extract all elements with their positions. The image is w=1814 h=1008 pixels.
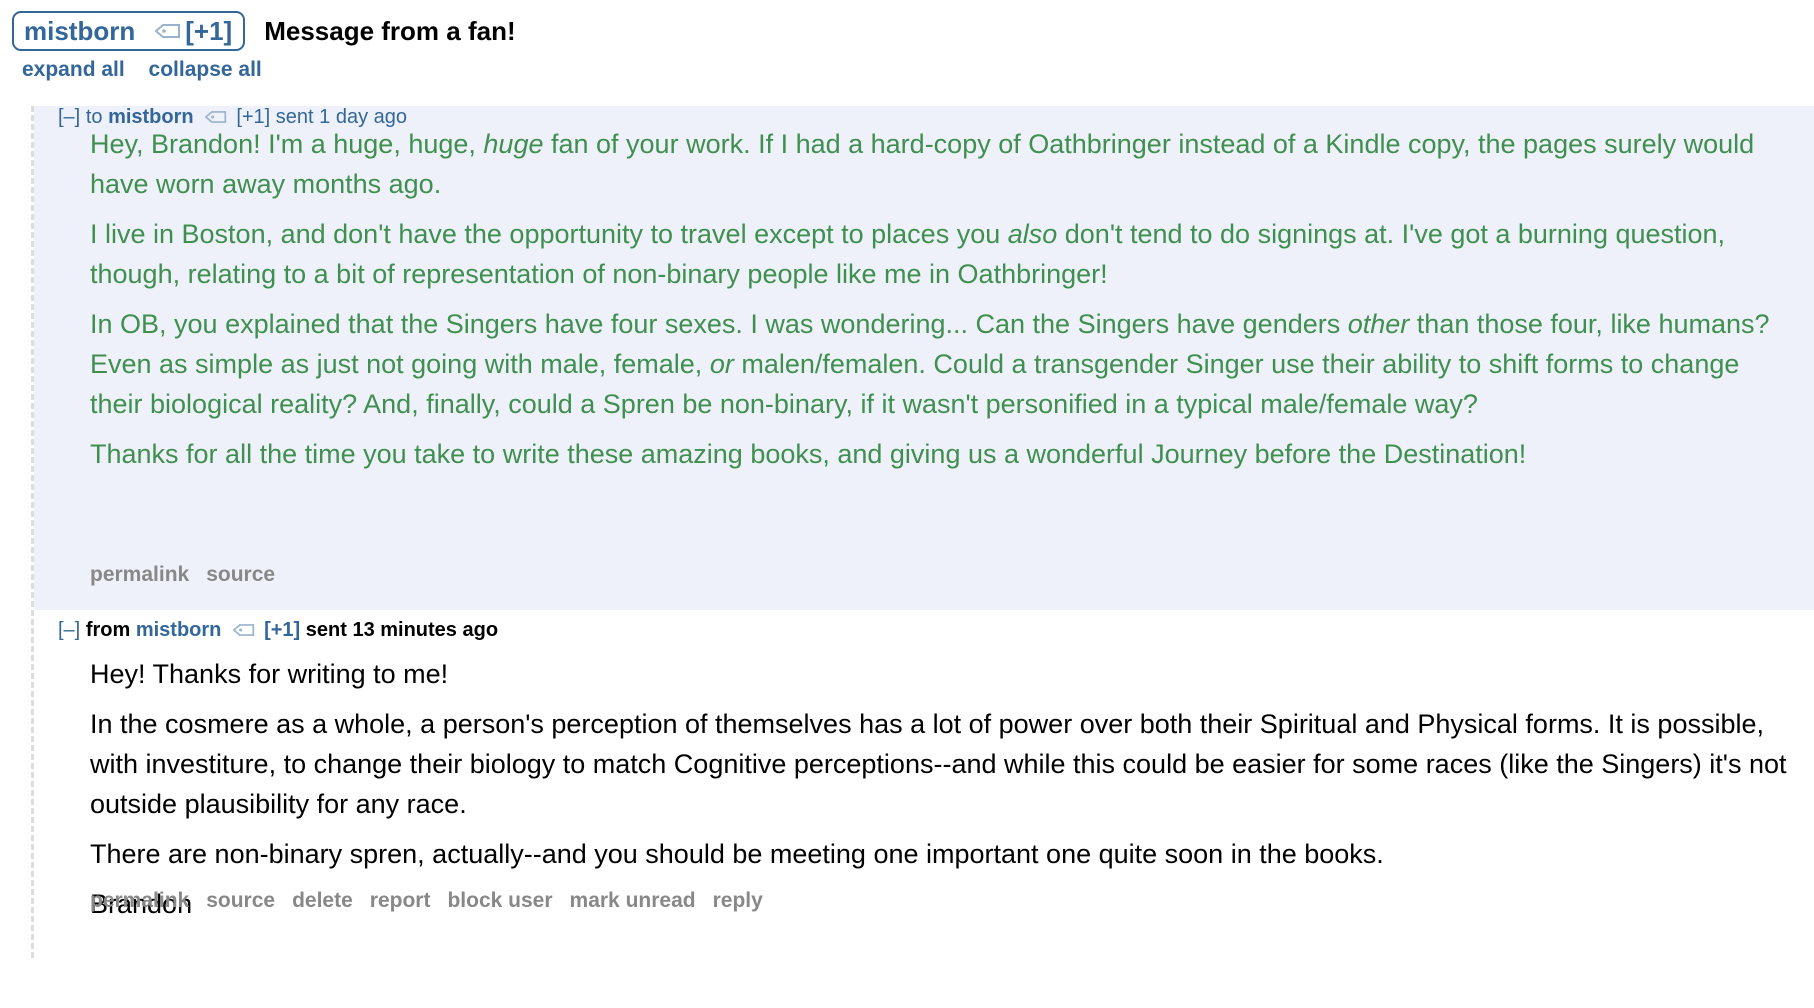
sent-message: [–] to mistborn [+1] sent 1 day ago Hey,… (34, 106, 1814, 610)
message-header: mistborn [+1] Message from a fan! (12, 11, 516, 51)
message-paragraph: In OB, you explained that the Singers ha… (90, 304, 1790, 424)
tag-icon[interactable] (155, 24, 181, 38)
message-paragraph: Thanks for all the time you take to writ… (90, 434, 1790, 474)
tag-icon[interactable] (204, 111, 227, 123)
emphasis-text: or (709, 349, 734, 379)
paragraph-text: In OB, you explained that the Singers ha… (90, 309, 1348, 339)
message-user-link[interactable]: mistborn (136, 619, 222, 641)
emphasis-text: other (1347, 309, 1410, 339)
karma-badge: [+1] (264, 619, 301, 641)
message-meta: [–] from mistborn [+1] sent 13 minutes a… (58, 619, 498, 642)
mark-unread-link[interactable]: mark unread (570, 889, 696, 912)
report-link[interactable]: report (370, 889, 431, 912)
header-username[interactable]: mistborn (24, 16, 135, 47)
user-tag-pill[interactable]: mistborn [+1] (12, 11, 246, 51)
sent-time: sent 13 minutes ago (305, 619, 499, 641)
karma-badge: [+1] (185, 15, 233, 46)
permalink-link[interactable]: permalink (90, 889, 189, 912)
source-link[interactable]: source (206, 563, 275, 586)
paragraph-text: In the cosmere as a whole, a person's pe… (90, 709, 1787, 819)
paragraph-text: Hey, Brandon! I'm a huge, huge, (90, 129, 484, 159)
message-paragraph: In the cosmere as a whole, a person's pe… (90, 704, 1790, 824)
collapse-toggle[interactable]: [–] (58, 619, 80, 641)
message-paragraph: Hey! Thanks for writing to me! (90, 654, 1790, 694)
message-actions: permalink source delete report block user mar… (90, 889, 780, 913)
message-thread: [–] to mistborn [+1] sent 1 day ago Hey,… (31, 106, 1814, 958)
message-paragraph: There are non-binary spren, actually--an… (90, 834, 1790, 874)
message-actions: permalink source (90, 563, 292, 587)
expand-all-link[interactable]: expand all (22, 58, 125, 81)
collapse-toggle[interactable]: [–] (58, 106, 80, 128)
message-subject: Message from a fan! (264, 15, 516, 46)
block-user-link[interactable]: block user (447, 889, 552, 912)
paragraph-text: I live in Boston, and don't have the opp… (90, 219, 1008, 249)
message-body: Hey, Brandon! I'm a huge, huge, huge fan… (90, 124, 1790, 484)
delete-link[interactable]: delete (292, 889, 353, 912)
collapse-all-link[interactable]: collapse all (149, 58, 262, 81)
received-message: [–] from mistborn [+1] sent 13 minutes a… (34, 610, 1814, 919)
reply-link[interactable]: reply (713, 889, 763, 912)
message-paragraph: Hey, Brandon! I'm a huge, huge, huge fan… (90, 124, 1790, 204)
paragraph-text: Hey! Thanks for writing to me! (90, 659, 449, 689)
paragraph-text: There are non-binary spren, actually--an… (90, 839, 1384, 869)
paragraph-text: Thanks for all the time you take to writ… (90, 439, 1527, 469)
message-direction: from (85, 619, 131, 641)
tag-icon[interactable] (232, 624, 255, 636)
message-paragraph: I live in Boston, and don't have the opp… (90, 214, 1790, 294)
permalink-link[interactable]: permalink (90, 563, 189, 586)
emphasis-text: huge (483, 129, 544, 159)
expand-controls: expand all collapse all (22, 58, 280, 82)
emphasis-text: also (1007, 219, 1058, 249)
source-link[interactable]: source (206, 889, 275, 912)
